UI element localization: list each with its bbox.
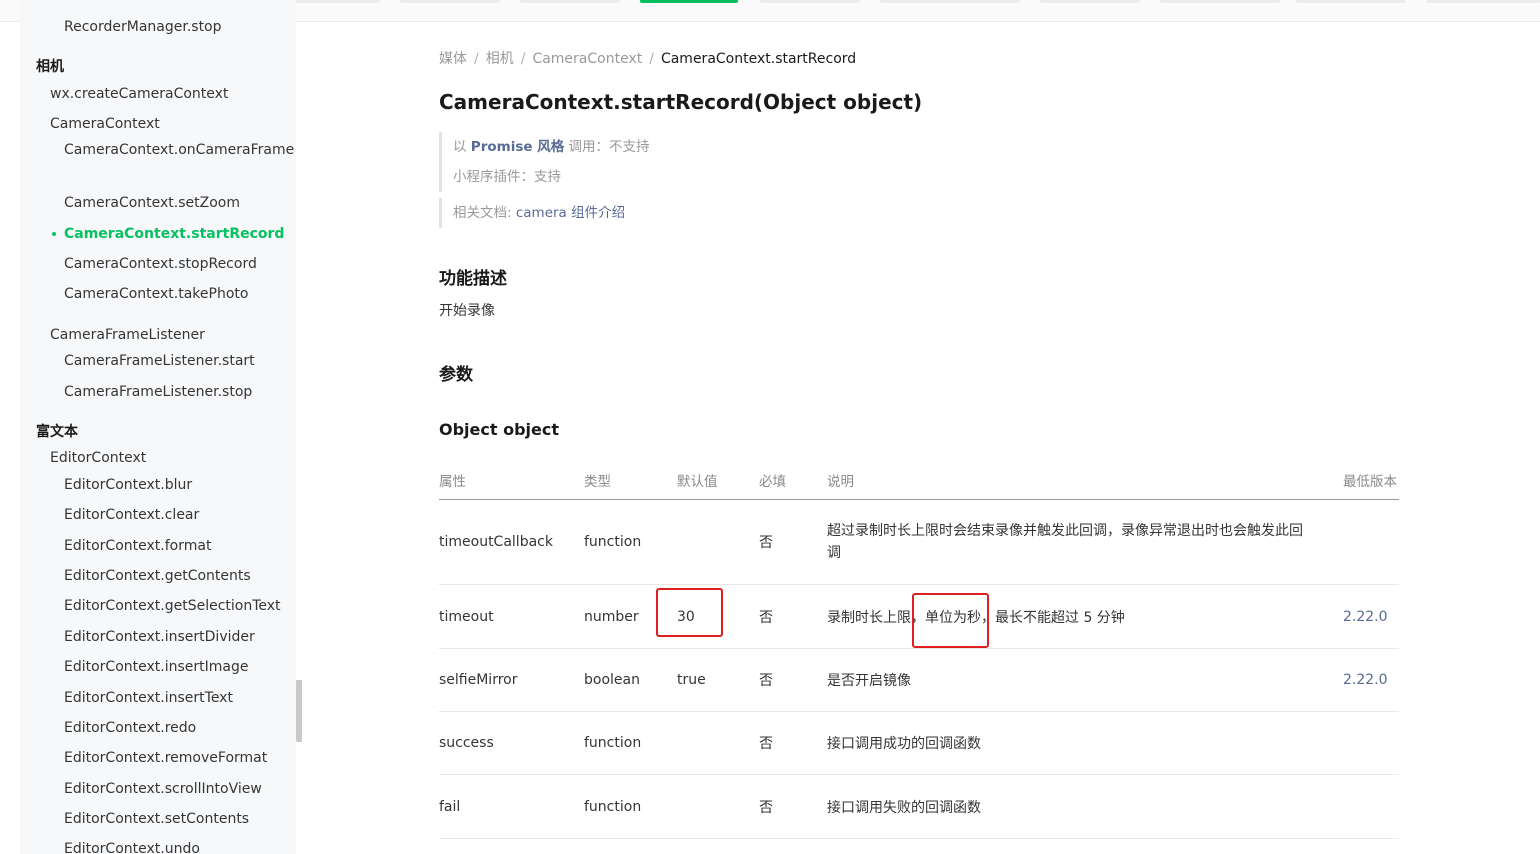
nav-tab[interactable] bbox=[1296, 0, 1406, 3]
sidebar-item-editor-format[interactable]: EditorContext.format bbox=[64, 536, 211, 556]
nav-tab[interactable] bbox=[1040, 0, 1140, 3]
cell-type: function bbox=[584, 798, 642, 815]
table-row: selfieMirror boolean true 否 是否开启镜像 2.22.… bbox=[439, 649, 1399, 712]
header-required: 必填 bbox=[759, 474, 786, 490]
description-heading: 功能描述 bbox=[439, 269, 507, 289]
cell-description: 是否开启镜像 bbox=[827, 673, 911, 689]
description-text: 开始录像 bbox=[439, 303, 495, 319]
object-heading: Object object bbox=[439, 420, 560, 439]
promise-suffix: 调用：不支持 bbox=[564, 139, 650, 155]
sidebar-item-editor-get-contents[interactable]: EditorContext.getContents bbox=[64, 566, 251, 586]
cell-required: 否 bbox=[759, 736, 773, 752]
active-dot-icon bbox=[52, 232, 56, 236]
header-type: 类型 bbox=[584, 474, 611, 490]
promise-prefix: 以 bbox=[453, 139, 471, 155]
cell-description: 接口调用成功的回调函数 bbox=[827, 736, 981, 752]
sidebar-item-editor-insert-divider[interactable]: EditorContext.insertDivider bbox=[64, 627, 255, 647]
header-description: 说明 bbox=[827, 474, 854, 490]
sidebar-item-take-photo[interactable]: CameraContext.takePhoto bbox=[64, 284, 248, 304]
highlight-box-unit-seconds bbox=[912, 593, 989, 648]
breadcrumb-separator: / bbox=[474, 51, 479, 67]
sidebar-item-camera-context[interactable]: CameraContext bbox=[50, 114, 160, 134]
nav-tab[interactable] bbox=[880, 0, 1020, 3]
sidebar-item-editor-clear[interactable]: EditorContext.clear bbox=[64, 505, 199, 525]
breadcrumb-item-camera-context[interactable]: CameraContext bbox=[532, 51, 642, 67]
cell-name: selfieMirror bbox=[439, 672, 518, 688]
sidebar-item-editor-scroll-into-view[interactable]: EditorContext.scrollIntoView bbox=[64, 779, 262, 799]
breadcrumb-item-current: CameraContext.startRecord bbox=[660, 51, 857, 67]
params-heading: 参数 bbox=[439, 365, 473, 385]
cell-name: success bbox=[439, 735, 494, 751]
page-title: CameraContext.startRecord(Object object) bbox=[439, 90, 923, 114]
highlight-box-default-value bbox=[656, 588, 723, 637]
sidebar-item-editor-insert-text[interactable]: EditorContext.insertText bbox=[64, 688, 233, 708]
sidebar-item-editor-undo[interactable]: EditorContext.undo bbox=[64, 839, 200, 854]
sidebar-item-cfl-start[interactable]: CameraFrameListener.start bbox=[64, 351, 255, 371]
nav-tab[interactable] bbox=[1160, 0, 1280, 3]
header-min-version: 最低版本 bbox=[1343, 474, 1397, 490]
cell-name: fail bbox=[439, 798, 461, 815]
sidebar-section-camera[interactable]: 相机 bbox=[36, 57, 64, 77]
sidebar: RecorderManager.stop 相机 wx.createCameraC… bbox=[20, 0, 296, 854]
cell-type: number bbox=[584, 608, 639, 625]
table-row: success function 否 接口调用成功的回调函数 bbox=[439, 712, 1399, 775]
sidebar-item-editor-set-contents[interactable]: EditorContext.setContents bbox=[64, 809, 249, 829]
support-note: 以 Promise 风格 调用：不支持 小程序插件：支持 bbox=[439, 132, 650, 192]
sidebar-scrollbar[interactable] bbox=[296, 680, 302, 742]
docs-prefix: 相关文档: bbox=[453, 205, 516, 221]
breadcrumb-item-media[interactable]: 媒体 bbox=[439, 48, 467, 68]
header-property: 属性 bbox=[439, 474, 466, 490]
params-table: 属性 类型 默认值 必填 说明 最低版本 timeoutCallback fun… bbox=[439, 460, 1399, 839]
breadcrumb-item-camera[interactable]: 相机 bbox=[486, 48, 514, 68]
cell-type: function bbox=[584, 735, 642, 751]
sidebar-item-stop-record[interactable]: CameraContext.stopRecord bbox=[64, 254, 257, 274]
cell-version[interactable]: 2.22.0 bbox=[1343, 609, 1388, 625]
nav-tab[interactable] bbox=[760, 0, 860, 3]
cell-required: 否 bbox=[759, 535, 773, 551]
docs-note: 相关文档: camera 组件介绍 bbox=[439, 198, 625, 228]
breadcrumb: 媒体 / 相机 / CameraContext / CameraContext.startR… bbox=[439, 48, 856, 68]
table-row: fail function 否 接口调用失败的回调函数 bbox=[439, 775, 1399, 839]
sidebar-item-cfl-stop[interactable]: CameraFrameListener.stop bbox=[64, 382, 252, 402]
sidebar-item-on-camera-frame[interactable]: CameraContext.onCameraFrame bbox=[64, 139, 294, 162]
sidebar-item-editor-get-selection-text[interactable]: EditorContext.getSelectionText bbox=[64, 596, 281, 616]
sidebar-item-set-zoom[interactable]: CameraContext.setZoom bbox=[64, 193, 240, 213]
cell-version[interactable]: 2.22.0 bbox=[1343, 672, 1388, 688]
cell-type: boolean bbox=[584, 672, 640, 688]
table-header: 属性 类型 默认值 必填 说明 最低版本 bbox=[439, 460, 1399, 500]
cell-name: timeoutCallback bbox=[439, 534, 553, 550]
sidebar-item-recorder-stop[interactable]: RecorderManager.stop bbox=[64, 17, 222, 37]
cell-description: 接口调用失败的回调函数 bbox=[827, 799, 981, 816]
promise-style-link[interactable]: Promise 风格 bbox=[471, 139, 564, 155]
cell-required: 否 bbox=[759, 799, 773, 816]
cell-name: timeout bbox=[439, 608, 494, 625]
cell-required: 否 bbox=[759, 609, 773, 626]
sidebar-item-create-camera-context[interactable]: wx.createCameraContext bbox=[50, 84, 228, 104]
breadcrumb-separator: / bbox=[520, 51, 526, 67]
cell-required: 否 bbox=[759, 673, 773, 689]
cell-default: true bbox=[677, 672, 706, 688]
nav-tab[interactable] bbox=[1426, 0, 1540, 3]
sidebar-item-editor-insert-image[interactable]: EditorContext.insertImage bbox=[64, 657, 249, 677]
breadcrumb-separator: / bbox=[649, 51, 654, 67]
nav-tab[interactable] bbox=[520, 0, 620, 3]
nav-tab[interactable] bbox=[400, 0, 500, 3]
sidebar-item-editor-blur[interactable]: EditorContext.blur bbox=[64, 475, 192, 495]
plugin-note: 小程序插件：支持 bbox=[453, 169, 561, 185]
nav-tab-active[interactable] bbox=[640, 0, 738, 3]
sidebar-item-editor-remove-format[interactable]: EditorContext.removeFormat bbox=[64, 748, 267, 768]
cell-type: function bbox=[584, 534, 642, 550]
sidebar-section-rich-text[interactable]: 富文本 bbox=[36, 422, 78, 442]
sidebar-item-camera-frame-listener[interactable]: CameraFrameListener bbox=[50, 325, 205, 345]
sidebar-item-start-record[interactable]: CameraContext.startRecord bbox=[64, 224, 284, 244]
camera-docs-link[interactable]: camera 组件介绍 bbox=[516, 205, 625, 221]
promise-note: 以 Promise 风格 调用：不支持 bbox=[453, 132, 650, 162]
header-default: 默认值 bbox=[677, 474, 718, 490]
sidebar-item-editor-redo[interactable]: EditorContext.redo bbox=[64, 718, 196, 738]
table-row: timeoutCallback function 否 超过录制时长上限时会结束录… bbox=[439, 500, 1399, 585]
sidebar-item-editor-context[interactable]: EditorContext bbox=[50, 448, 146, 468]
cell-description: 超过录制时长上限时会结束录像并触发此回调，录像异常退出时也会触发此回调 bbox=[827, 523, 1303, 561]
